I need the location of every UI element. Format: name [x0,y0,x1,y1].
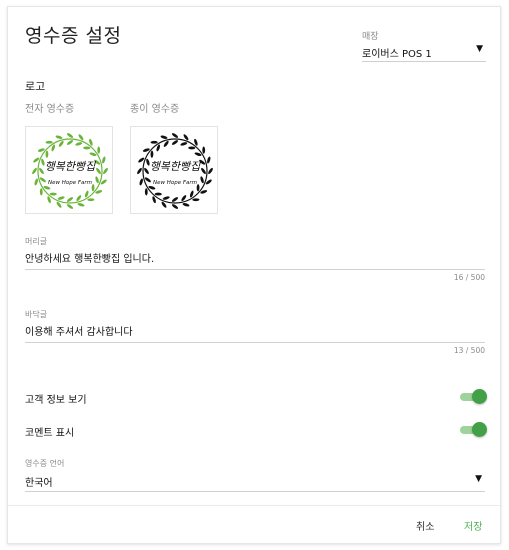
footer-field-input[interactable]: 이용해 주셔서 감사합니다 [25,323,133,338]
wreath-leaf [180,142,188,146]
footer-field-label: 바닥글 [25,310,48,319]
toggle-knob [472,422,487,437]
wreath-leaf [144,188,148,196]
wreath-leaf [45,140,53,144]
wreath-leaf [66,204,74,209]
wreath-leaf [96,167,101,175]
wreath-leaf [171,204,179,209]
wreath-leaf [200,176,204,184]
store-select-value: 로이버스 POS 1 [362,49,432,60]
wreath-leaf [202,146,206,154]
wreath-leaf [77,203,85,207]
dropdown-arrow-icon: ▼ [475,474,482,484]
wreath-leaf [91,184,95,192]
footer-field-underline [25,342,485,343]
wreath-leaf [154,192,162,196]
header-field-underline [25,269,485,270]
wreath-leaf [66,133,74,138]
wreath-leaf [55,135,63,139]
store-select[interactable]: 로이버스 POS 1 ▼ [362,42,486,62]
comment-display-toggle[interactable] [460,422,487,438]
wreath-leaf [39,188,43,196]
language-underline [25,491,485,492]
wreath-leaf [171,197,179,202]
header-field-input[interactable]: 안녕하세요 행복한빵집 입니다. [25,250,154,265]
electronic-receipt-logo[interactable]: 행복한빵집 New Hope Farm [25,126,113,214]
logo-korean-text: 행복한빵집 [45,160,96,173]
wreath-leaf [45,150,49,158]
language-select[interactable]: 한국어 ▼ [25,471,485,492]
language-select-value: 한국어 [25,478,53,489]
logo-english-text: New Hope Farm [48,180,92,186]
wreath-leaf [208,167,213,175]
language-label: 영수증 언어 [25,459,65,468]
wreath-leaf [66,197,74,202]
wreath-leaf [171,140,179,145]
dialog-title: 영수증 설정 [25,25,122,47]
wreath-leaf [201,167,206,175]
wreath-leaf [182,203,190,207]
wreath-leaf [196,184,200,192]
wreath-leaf [139,178,143,186]
wreath-leaf [188,146,196,150]
leaf-wreath-logo-black: 행복한빵집 New Hope Farm [137,133,213,209]
wreath-leaf [75,142,83,146]
wreath-leaf [83,146,91,150]
header-char-counter: 16 / 500 [453,273,485,282]
wreath-leaf [137,167,142,175]
wreath-leaf [49,192,57,196]
save-button[interactable]: 저장 [464,518,482,533]
leaf-wreath-logo-green: 행복한빵집 New Hope Farm [32,133,108,209]
paper-receipt-label: 종이 영수증 [130,104,180,115]
wreath-leaf [66,140,74,145]
customer-info-toggle[interactable] [460,389,487,405]
receipt-settings-dialog: 영수증 설정 매장 로이버스 POS 1 ▼ 로고 전자 영수증 종이 영수증 … [7,6,502,544]
wreath-leaf [207,156,211,164]
wreath-leaf [102,156,106,164]
toggle-knob [472,389,487,404]
wreath-leaf [103,167,108,175]
wreath-leaf [150,140,158,144]
wreath-leaf [87,198,95,202]
wreath-leaf [95,176,99,184]
footer-divider [8,505,502,506]
footer-char-counter: 13 / 500 [453,346,485,355]
wreath-leaf [97,146,101,154]
customer-info-label: 고객 정보 보기 [25,395,87,406]
wreath-leaf [171,133,179,138]
dropdown-arrow-icon: ▼ [476,44,483,54]
electronic-receipt-label: 전자 영수증 [25,104,75,115]
wreath-leaf [192,198,200,202]
logo-heading: 로고 [25,80,46,93]
wreath-leaf [162,196,170,200]
wreath-leaf [150,150,154,158]
logo-korean-text: 행복한빵집 [150,160,201,173]
store-label: 매장 [362,32,379,42]
comment-display-label: 코멘트 표시 [25,428,75,439]
cancel-button[interactable]: 취소 [416,518,434,533]
wreath-leaf [57,196,65,200]
header-field-label: 머리글 [25,237,48,246]
wreath-leaf [32,167,37,175]
paper-receipt-logo[interactable]: 행복한빵집 New Hope Farm [130,126,218,214]
wreath-leaf [160,135,168,139]
logo-english-text: New Hope Farm [153,180,197,186]
wreath-leaf [34,178,38,186]
